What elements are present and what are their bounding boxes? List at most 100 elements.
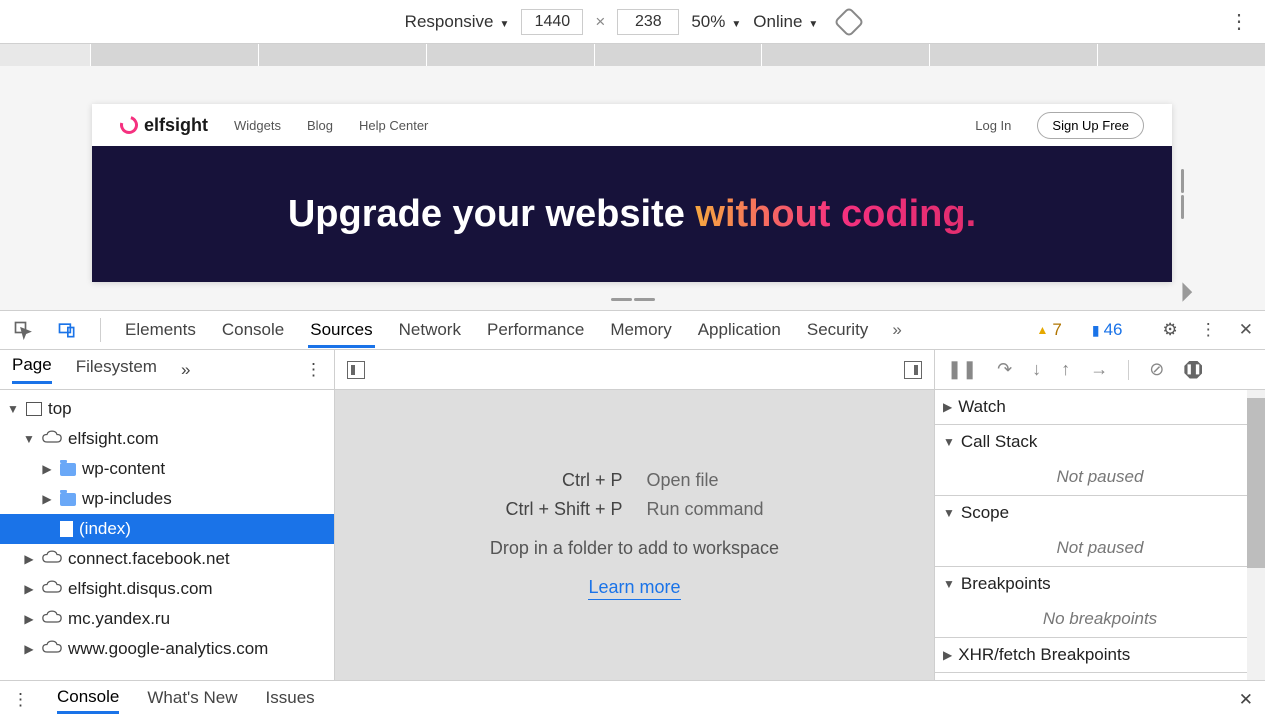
site-logo[interactable]: elfsight xyxy=(120,115,208,136)
step-out-icon[interactable]: ↑ xyxy=(1061,359,1070,380)
device-toggle-icon[interactable] xyxy=(56,319,78,341)
device-menu-icon[interactable]: ⋮ xyxy=(1229,9,1249,34)
drawer-menu-icon[interactable]: ⋮ xyxy=(12,690,29,710)
resize-handle-bottom[interactable] xyxy=(611,298,655,304)
pause-on-exceptions-icon[interactable]: ❚❚ xyxy=(1184,361,1202,379)
zoom-select[interactable]: 50% xyxy=(691,12,741,32)
cloud-icon xyxy=(42,609,62,629)
hero-headline: Upgrade your website without coding. xyxy=(288,193,976,236)
tree-domain-facebook[interactable]: ▶connect.facebook.net xyxy=(0,544,334,574)
drawer-tab-whatsnew[interactable]: What's New xyxy=(147,688,237,712)
pane-xhr-breakpoints[interactable]: ▶XHR/fetch Breakpoints xyxy=(935,638,1265,673)
more-tabs-icon[interactable]: » xyxy=(892,320,901,340)
document-icon xyxy=(60,521,73,537)
scrollbar[interactable] xyxy=(1247,390,1265,680)
shortcut-open-file-key: Ctrl + P xyxy=(443,470,623,491)
pane-breakpoints[interactable]: ▼Breakpoints No breakpoints xyxy=(935,567,1265,638)
pane-scope[interactable]: ▼Scope Not paused xyxy=(935,496,1265,567)
folder-icon xyxy=(60,493,76,506)
tab-application[interactable]: Application xyxy=(696,312,783,348)
sources-navigator: Page Filesystem » ⋮ ▼top ▼elfsight.com ▶… xyxy=(0,350,335,680)
devtools-menu-icon[interactable]: ⋮ xyxy=(1200,320,1217,340)
callstack-empty: Not paused xyxy=(935,459,1265,495)
more-nav-tabs-icon[interactable]: » xyxy=(181,360,190,380)
pause-icon[interactable]: ❚❚ xyxy=(947,359,977,380)
close-devtools-icon[interactable]: ✕ xyxy=(1239,320,1253,340)
nav-tab-filesystem[interactable]: Filesystem xyxy=(76,357,157,383)
cloud-icon xyxy=(42,429,62,449)
tab-performance[interactable]: Performance xyxy=(485,312,586,348)
resize-handle-corner[interactable]: ◢ xyxy=(1170,279,1195,304)
tree-domain-yandex[interactable]: ▶mc.yandex.ru xyxy=(0,604,334,634)
viewport-width-input[interactable] xyxy=(521,9,583,35)
shortcut-run-cmd-label: Run command xyxy=(647,499,827,520)
tree-folder-wpincludes[interactable]: ▶wp-includes xyxy=(0,484,334,514)
drawer-tab-issues[interactable]: Issues xyxy=(266,688,315,712)
shortcut-run-cmd-key: Ctrl + Shift + P xyxy=(443,499,623,520)
drawer-close-icon[interactable]: ✕ xyxy=(1239,690,1253,710)
cloud-icon xyxy=(42,579,62,599)
pane-callstack[interactable]: ▼Call Stack Not paused xyxy=(935,425,1265,496)
scope-empty: Not paused xyxy=(935,530,1265,566)
tree-top-frame[interactable]: ▼top xyxy=(0,394,334,424)
inspect-icon[interactable] xyxy=(12,319,34,341)
learn-more-link[interactable]: Learn more xyxy=(588,577,680,600)
toggle-debugger-icon[interactable] xyxy=(904,361,922,379)
rotate-icon[interactable] xyxy=(834,6,865,37)
ruler xyxy=(0,44,1265,66)
drawer: ⋮ Console What's New Issues ✕ xyxy=(0,681,1265,719)
tree-domain-disqus[interactable]: ▶elfsight.disqus.com xyxy=(0,574,334,604)
nav-help[interactable]: Help Center xyxy=(359,118,428,133)
editor-panel: Ctrl + P Open file Ctrl + Shift + P Run … xyxy=(335,350,935,680)
cloud-icon xyxy=(42,639,62,659)
step-icon[interactable]: → xyxy=(1090,359,1108,380)
shortcut-open-file-label: Open file xyxy=(647,470,827,491)
resize-handle-right[interactable] xyxy=(1181,166,1189,222)
tab-network[interactable]: Network xyxy=(397,312,463,348)
tab-memory[interactable]: Memory xyxy=(608,312,673,348)
tree-folder-wpcontent[interactable]: ▶wp-content xyxy=(0,454,334,484)
hero-section: Upgrade your website without coding. xyxy=(92,146,1172,282)
nav-tab-page[interactable]: Page xyxy=(12,355,52,384)
tab-sources[interactable]: Sources xyxy=(308,312,374,348)
frame-icon xyxy=(26,402,42,416)
viewport-height-input[interactable] xyxy=(617,9,679,35)
rendered-viewport: elfsight Widgets Blog Help Center Log In… xyxy=(0,66,1265,310)
debugger-panel: ❚❚ ↷ ↓ ↑ → ⊘ ❚❚ ▶Watch ▼Call Stack Not p… xyxy=(935,350,1265,680)
throttle-select[interactable]: Online xyxy=(753,12,818,32)
tree-domain-ga[interactable]: ▶www.google-analytics.com xyxy=(0,634,334,664)
settings-icon[interactable]: ⚙ xyxy=(1163,320,1178,340)
tree-file-index[interactable]: ▶(index) xyxy=(0,514,334,544)
page-header: elfsight Widgets Blog Help Center Log In… xyxy=(92,104,1172,146)
signup-button[interactable]: Sign Up Free xyxy=(1037,112,1144,139)
drawer-tab-console[interactable]: Console xyxy=(57,687,119,714)
breakpoints-empty: No breakpoints xyxy=(935,601,1265,637)
dimension-separator: × xyxy=(595,12,605,32)
logo-icon xyxy=(117,113,142,138)
scrollbar-thumb[interactable] xyxy=(1247,398,1265,568)
nav-blog[interactable]: Blog xyxy=(307,118,333,133)
nav-menu-icon[interactable]: ⋮ xyxy=(305,360,322,380)
folder-icon xyxy=(60,463,76,476)
step-into-icon[interactable]: ↓ xyxy=(1032,359,1041,380)
tree-domain-elfsight[interactable]: ▼elfsight.com xyxy=(0,424,334,454)
tab-elements[interactable]: Elements xyxy=(123,312,198,348)
nav-widgets[interactable]: Widgets xyxy=(234,118,281,133)
pane-watch[interactable]: ▶Watch xyxy=(935,390,1265,425)
tab-security[interactable]: Security xyxy=(805,312,870,348)
device-toolbar: Responsive × 50% Online ⋮ xyxy=(0,0,1265,44)
drop-hint: Drop in a folder to add to workspace xyxy=(490,538,779,559)
device-mode-select[interactable]: Responsive xyxy=(405,12,510,32)
tab-console[interactable]: Console xyxy=(220,312,286,348)
info-badge[interactable]: 46 xyxy=(1092,320,1123,340)
deactivate-breakpoints-icon[interactable]: ⊘ xyxy=(1149,359,1164,380)
warnings-badge[interactable]: 7 xyxy=(1037,320,1062,340)
devtools-tabbar: Elements Console Sources Network Perform… xyxy=(0,310,1265,350)
logo-text: elfsight xyxy=(144,115,208,136)
step-over-icon[interactable]: ↷ xyxy=(997,359,1012,380)
login-link[interactable]: Log In xyxy=(975,118,1011,133)
file-tree: ▼top ▼elfsight.com ▶wp-content ▶wp-inclu… xyxy=(0,390,334,680)
page-preview[interactable]: elfsight Widgets Blog Help Center Log In… xyxy=(92,104,1172,282)
toggle-navigator-icon[interactable] xyxy=(347,361,365,379)
cloud-icon xyxy=(42,549,62,569)
